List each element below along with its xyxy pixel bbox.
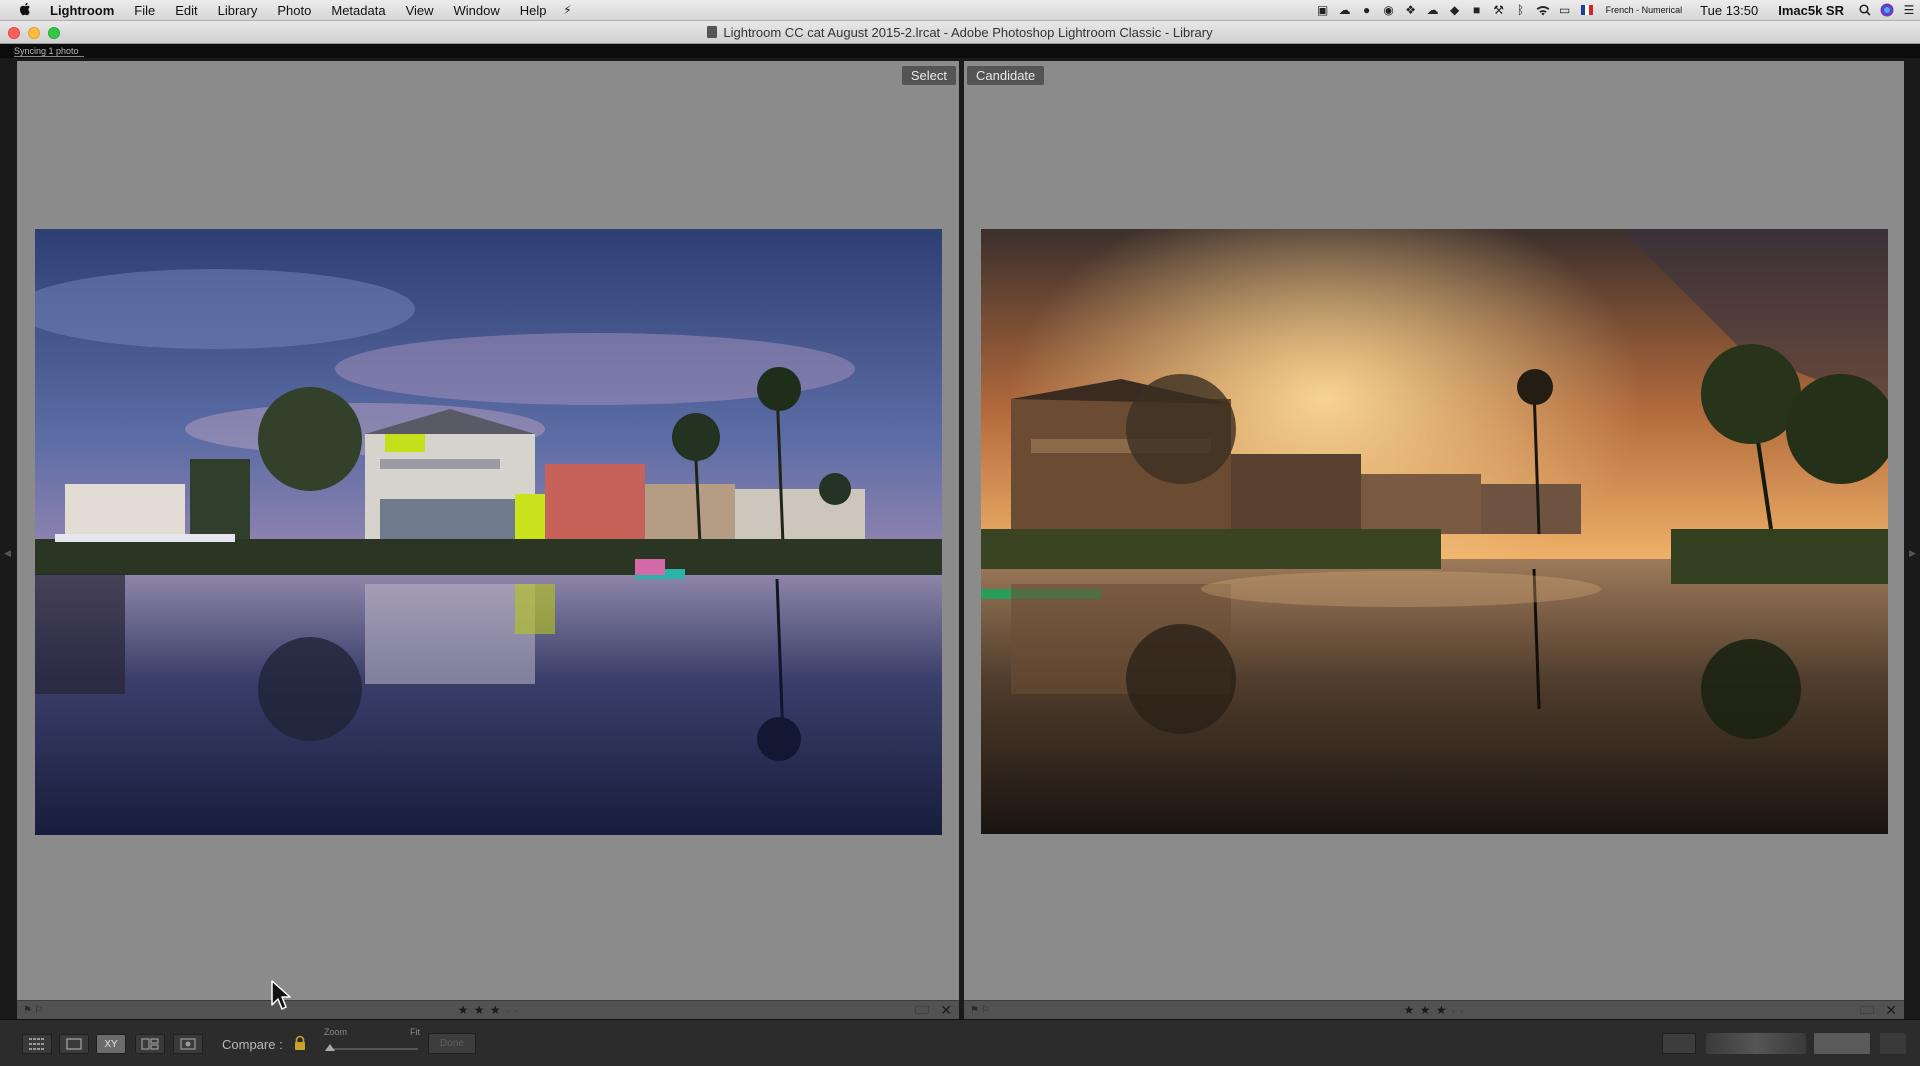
color-label-box[interactable] [915, 1006, 929, 1014]
zoom-window-button[interactable] [48, 27, 60, 39]
pick-flag-icon[interactable]: ⚑⚐ [23, 1005, 45, 1016]
screenshot-icon[interactable]: ▣ [1312, 0, 1334, 21]
select-rating-stars[interactable]: ★ ★ ★ · · [458, 1003, 519, 1017]
flag-icon[interactable] [1576, 0, 1598, 21]
close-window-button[interactable] [8, 27, 20, 39]
status-area: ▣ ☁ ● ◉ ❖ ☁ ◆ ■ ⚒ ᛒ ▭ French - Numerical… [1312, 0, 1920, 21]
backup-icon[interactable]: ■ [1466, 0, 1488, 21]
close-icon[interactable]: ✕ [940, 1002, 952, 1019]
menu-clock[interactable]: Tue 13:50 [1690, 3, 1768, 18]
bottom-toolbar: XY Compare : Zoom Fit Done [0, 1019, 1920, 1066]
menu-photo[interactable]: Photo [267, 3, 321, 18]
zoom-label: Zoom [324, 1027, 348, 1037]
minimize-window-button[interactable] [28, 27, 40, 39]
close-icon[interactable]: ✕ [1885, 1002, 1897, 1019]
candidate-pane[interactable]: Candidate ⚑⚐ ★ ★ ★ · · ✕ [964, 61, 1904, 1019]
select-pane[interactable]: Select ⚑⚐ ★ ★ ★ · · ✕ [17, 61, 959, 1019]
activity-center[interactable]: Syncing 1 photo [0, 44, 1920, 58]
make-select-button[interactable] [1706, 1033, 1806, 1054]
droplet-icon[interactable]: ● [1356, 0, 1378, 21]
document-icon [707, 26, 718, 38]
candidate-pane-footer: ⚑⚐ ★ ★ ★ · · ✕ [964, 1000, 1904, 1019]
creative-cloud-icon[interactable]: ☁ [1334, 0, 1356, 21]
color-label-box[interactable] [1860, 1006, 1874, 1014]
toolbar-menu-button[interactable] [1880, 1033, 1906, 1054]
done-button[interactable]: Done [428, 1033, 476, 1054]
compare-workspace: ◀ ▶ Select ⚑⚐ ★ ★ ★ · · ✕ Candidate ⚑⚐ ★… [0, 58, 1920, 1019]
search-icon[interactable] [1854, 0, 1876, 21]
candidate-rating-stars[interactable]: ★ ★ ★ · · [1404, 1003, 1465, 1017]
compare-view-icon[interactable]: XY [96, 1034, 126, 1054]
menu-view[interactable]: View [396, 3, 444, 18]
grid-view-icon[interactable] [22, 1034, 52, 1054]
candidate-photo[interactable] [981, 229, 1888, 834]
loupe-view-icon[interactable] [59, 1034, 89, 1054]
swap-button[interactable] [1662, 1033, 1696, 1054]
fit-label: Fit [410, 1027, 420, 1037]
lock-icon[interactable] [293, 1035, 307, 1051]
bluetooth-icon[interactable]: ᛒ [1510, 0, 1532, 21]
select-photo[interactable] [35, 229, 942, 835]
compare-label: Compare : [222, 1037, 283, 1052]
airplay-icon[interactable]: ▭ [1554, 0, 1576, 21]
bolt-menu-icon[interactable]: ⚡ [557, 0, 579, 21]
input-source[interactable]: French - Numerical [1598, 5, 1691, 15]
menu-library[interactable]: Library [208, 3, 268, 18]
left-panel-toggle-icon[interactable]: ◀ [4, 548, 11, 559]
menu-file[interactable]: File [124, 3, 165, 18]
menu-edit[interactable]: Edit [165, 3, 207, 18]
zoom-slider[interactable]: Zoom Fit [324, 1027, 420, 1057]
menu-metadata[interactable]: Metadata [321, 3, 395, 18]
notification-center-icon[interactable]: ☰ [1898, 0, 1920, 21]
people-view-icon[interactable] [173, 1034, 203, 1054]
menu-lightroom[interactable]: Lightroom [40, 3, 124, 18]
user-menu[interactable]: Imac5k SR [1768, 3, 1854, 18]
mouse-cursor-icon [271, 980, 291, 1012]
sync-status: Syncing 1 photo [14, 46, 79, 56]
right-panel-toggle-icon[interactable]: ▶ [1909, 548, 1916, 559]
wrench-icon[interactable]: ⚒ [1488, 0, 1510, 21]
window-title-bar: Lightroom CC cat August 2015-2.lrcat - A… [0, 21, 1920, 44]
menu-window[interactable]: Window [444, 3, 510, 18]
zoom-thumb[interactable] [325, 1044, 335, 1051]
done-compare-button[interactable] [1814, 1033, 1870, 1054]
select-pane-footer: ⚑⚐ ★ ★ ★ · · ✕ [17, 1000, 959, 1019]
candidate-label: Candidate [967, 66, 1045, 85]
select-label: Select [901, 66, 956, 85]
menu-bar: Lightroom File Edit Library Photo Metada… [0, 0, 1920, 21]
menu-help[interactable]: Help [510, 3, 557, 18]
siri-icon[interactable] [1876, 0, 1898, 21]
dropbox-icon[interactable]: ❖ [1400, 0, 1422, 21]
window-title: Lightroom CC cat August 2015-2.lrcat - A… [723, 24, 1213, 40]
window-controls [8, 27, 60, 39]
apple-menu-icon[interactable] [10, 2, 40, 19]
pick-flag-icon[interactable]: ⚑⚐ [970, 1005, 992, 1016]
zoom-track[interactable] [326, 1048, 418, 1050]
wifi-icon[interactable] [1532, 0, 1554, 21]
evernote-icon[interactable]: ◆ [1444, 0, 1466, 21]
cloud-icon[interactable]: ☁ [1422, 0, 1444, 21]
sync-icon[interactable]: ◉ [1378, 0, 1400, 21]
survey-view-icon[interactable] [135, 1034, 165, 1054]
sync-progress-bar [14, 56, 84, 57]
